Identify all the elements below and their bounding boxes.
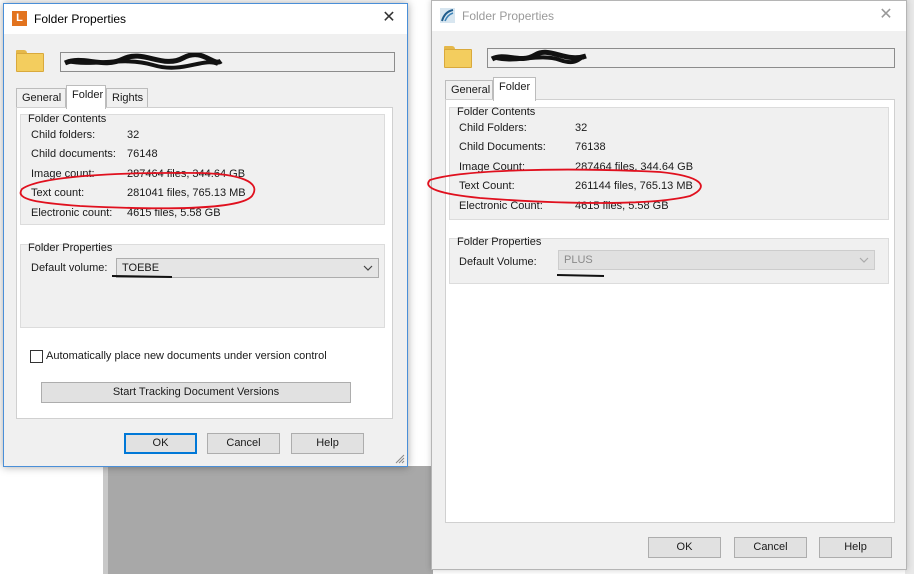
default-volume-value: TOEBE <box>122 262 160 274</box>
default-volume-select[interactable]: PLUS <box>558 250 875 270</box>
text-count-value: 261144 files, 765.13 MB <box>575 180 693 192</box>
tab-rights[interactable]: Rights <box>106 88 148 108</box>
folder-name-field[interactable] <box>60 52 395 72</box>
background-window-edge <box>103 466 108 574</box>
folder-properties-group: Folder Properties Default Volume: PLUS <box>449 236 889 284</box>
default-volume-label: Default Volume: <box>459 256 537 268</box>
folder-name-field[interactable] <box>487 48 895 68</box>
child-documents-label: Child documents: <box>31 148 116 160</box>
electronic-count-label: Electronic count: <box>31 207 113 219</box>
left-tab-panel: Folder Contents Child folders: 32 Child … <box>16 107 393 419</box>
close-icon[interactable]: ✕ <box>381 10 397 26</box>
app-logo-icon: L <box>12 11 27 26</box>
folder-contents-group: Folder Contents Child folders: 32 Child … <box>20 113 385 225</box>
image-count-label: Image count: <box>31 168 95 180</box>
tab-folder[interactable]: Folder <box>66 85 106 109</box>
tab-general[interactable]: General <box>16 88 66 108</box>
default-volume-select[interactable]: TOEBE <box>116 258 379 278</box>
text-count-value: 281041 files, 765.13 MB <box>127 187 246 199</box>
image-count-label: Image Count: <box>459 161 526 173</box>
child-documents-label: Child Documents: <box>459 141 546 153</box>
left-dialog-title: Folder Properties <box>34 12 127 26</box>
folder-contents-group: Folder Contents Child Folders: 32 Child … <box>449 106 889 220</box>
folder-properties-title: Folder Properties <box>457 236 542 248</box>
folder-contents-title: Folder Contents <box>28 113 107 125</box>
ok-button[interactable]: OK <box>648 537 721 558</box>
right-tab-strip: General Folder <box>445 77 895 101</box>
child-folders-label: Child Folders: <box>459 122 527 134</box>
app-logo-icon <box>440 8 455 23</box>
child-documents-value: 76148 <box>127 148 158 160</box>
tab-general[interactable]: General <box>445 80 493 100</box>
redaction-scribble <box>490 49 587 65</box>
folder-contents-title: Folder Contents <box>457 106 536 118</box>
child-documents-value: 76138 <box>575 141 606 153</box>
left-tab-strip: General Folder Rights <box>16 85 396 109</box>
background-window <box>103 466 433 574</box>
electronic-count-value: 4615 files, 5.58 GB <box>575 200 669 212</box>
tab-folder[interactable]: Folder <box>493 77 536 101</box>
folder-icon <box>444 46 472 68</box>
child-folders-value: 32 <box>575 122 588 134</box>
folder-properties-title: Folder Properties <box>28 242 113 254</box>
electronic-count-label: Electronic Count: <box>459 200 543 212</box>
close-icon[interactable]: ✕ <box>878 7 894 23</box>
default-volume-label: Default volume: <box>31 262 108 274</box>
right-tab-panel: Folder Contents Child Folders: 32 Child … <box>445 99 895 523</box>
cancel-button[interactable]: Cancel <box>734 537 807 558</box>
right-dialog-title: Folder Properties <box>462 9 555 23</box>
image-count-value: 287464 files, 344.64 GB <box>127 168 246 180</box>
child-folders-value: 32 <box>127 129 140 141</box>
start-tracking-button[interactable]: Start Tracking Document Versions <box>41 382 351 403</box>
cancel-button[interactable]: Cancel <box>207 433 280 454</box>
right-folder-properties-dialog: Folder Properties ✕ General Folder Folde… <box>431 0 907 570</box>
chevron-down-icon <box>859 257 869 263</box>
text-count-label: Text Count: <box>459 180 515 192</box>
right-titlebar: Folder Properties ✕ <box>432 1 906 31</box>
help-button[interactable]: Help <box>291 433 364 454</box>
default-volume-value: PLUS <box>564 254 593 266</box>
chevron-down-icon <box>363 265 373 271</box>
redaction-scribble <box>63 53 223 70</box>
folder-properties-group: Folder Properties Default volume: TOEBE <box>20 242 385 328</box>
image-count-value: 287464 files, 344.64 GB <box>575 161 694 173</box>
version-control-checkbox[interactable] <box>30 350 43 363</box>
text-count-label: Text count: <box>31 187 85 199</box>
left-folder-properties-dialog: L Folder Properties ✕ General Folder Rig… <box>3 3 408 467</box>
ok-button[interactable]: OK <box>124 433 197 454</box>
version-control-checkbox-label: Automatically place new documents under … <box>46 350 327 362</box>
child-folders-label: Child folders: <box>31 129 96 141</box>
resize-grip-icon[interactable] <box>395 454 405 464</box>
help-button[interactable]: Help <box>819 537 892 558</box>
folder-icon <box>16 50 44 72</box>
electronic-count-value: 4615 files, 5.58 GB <box>127 207 221 219</box>
left-titlebar: L Folder Properties ✕ <box>4 4 407 34</box>
